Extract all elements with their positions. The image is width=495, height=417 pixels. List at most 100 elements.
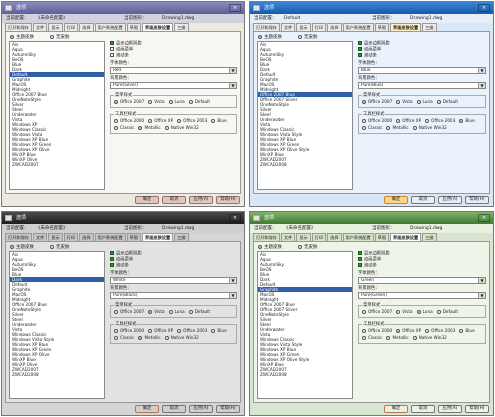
checkbox-indicator[interactable] <box>358 263 362 267</box>
checkbox-indicator[interactable] <box>110 257 114 261</box>
help-button[interactable]: 帮助(H) <box>216 196 240 204</box>
skin-list[interactable]: Ais Aqua AutumnSky BeOS Blue Dark Default Graph… <box>9 41 105 190</box>
toolbar-style-option[interactable]: Office 2003 <box>177 328 207 334</box>
menu-style-option[interactable]: Default <box>188 309 210 315</box>
background-color-select[interactable]: Pure(Blue) ▼ <box>358 82 486 89</box>
help-button[interactable]: 帮助(H) <box>465 405 489 413</box>
tab-8[interactable]: 三维 <box>174 23 189 31</box>
font-color-select[interactable]: Red ▼ <box>110 67 237 74</box>
toolbar-style-option[interactable]: Native Win32 <box>412 335 447 341</box>
radio-no-skin[interactable]: 无皮肤 <box>298 34 318 40</box>
tab-6[interactable]: 草图 <box>126 233 142 241</box>
background-color-select[interactable]: Pure(Black) ▼ <box>110 292 237 299</box>
menu-style-option[interactable]: Office 2007 <box>114 309 144 315</box>
toolbar-style-option[interactable]: Office 2000 <box>114 118 144 124</box>
menu-style-option[interactable]: Office 2007 <box>362 309 392 315</box>
skin-list-item[interactable]: ZWCAD2008 <box>10 372 104 377</box>
checkbox-indicator[interactable] <box>110 47 114 51</box>
tab-0[interactable]: 打开和保存 <box>253 23 280 31</box>
apply-button[interactable]: 应用(A) <box>189 405 213 413</box>
checkbox-indicator[interactable] <box>358 41 362 45</box>
tab-0[interactable]: 打开和保存 <box>5 23 32 31</box>
tab-7[interactable]: 界面皮肤设置 <box>142 23 174 31</box>
tab-5[interactable]: 用户系统配置 <box>342 23 374 31</box>
tab-0[interactable]: 打开和保存 <box>253 233 280 241</box>
radio-no-skin[interactable]: 无皮肤 <box>50 34 70 40</box>
cancel-button[interactable]: 取消 <box>162 196 186 204</box>
toolbar-style-option[interactable]: Office 2000 <box>114 328 144 334</box>
checkbox-indicator[interactable] <box>358 53 362 57</box>
help-button[interactable]: 帮助(H) <box>216 405 240 413</box>
tab-1[interactable]: 文件 <box>32 233 48 241</box>
tab-6[interactable]: 草图 <box>126 23 142 31</box>
checkbox-indicator[interactable] <box>110 263 114 267</box>
toolbar-style-option[interactable]: Metallic <box>386 335 409 341</box>
toolbar-style-option[interactable]: Native Win32 <box>164 335 199 341</box>
checkbox-indicator[interactable] <box>358 257 362 261</box>
toolbar-style-option[interactable]: Office XP <box>148 328 173 334</box>
background-color-select[interactable]: Pure(Green) ▼ <box>358 292 486 299</box>
checkbox-indicator[interactable] <box>110 53 114 57</box>
ok-button[interactable]: 确定 <box>384 405 408 413</box>
checkbox-row[interactable]: 滚动条 <box>358 263 486 269</box>
toolbar-style-option[interactable]: Classic <box>114 335 134 341</box>
toolbar-style-option[interactable]: Native Win32 <box>164 125 199 131</box>
ok-button[interactable]: 确定 <box>135 405 159 413</box>
toolbar-style-option[interactable]: Office 2003 <box>177 118 207 124</box>
font-color-select[interactable]: White ▼ <box>110 277 237 284</box>
title-bar[interactable]: 选项 × <box>250 212 493 224</box>
tab-3[interactable]: 打印 <box>63 23 79 31</box>
menu-style-option[interactable]: Vista <box>396 99 413 105</box>
help-button[interactable]: 帮助(H) <box>465 196 489 204</box>
cancel-button[interactable]: 取消 <box>411 405 435 413</box>
tab-4[interactable]: 选择 <box>327 23 342 31</box>
menu-style-option[interactable]: Default <box>436 309 458 315</box>
close-button[interactable]: × <box>229 4 241 12</box>
tab-4[interactable]: 选择 <box>79 23 94 31</box>
menu-style-option[interactable]: Luna <box>168 99 185 105</box>
cancel-button[interactable]: 取消 <box>162 405 186 413</box>
toolbar-style-option[interactable]: Blue <box>211 328 227 334</box>
toolbar-style-option[interactable]: Classic <box>362 335 382 341</box>
toolbar-style-option[interactable]: Office 2000 <box>362 118 392 124</box>
skin-list[interactable]: Ais Aqua AutumnSky BeOS Blue Dark Default Graph… <box>257 41 353 190</box>
tab-7[interactable]: 界面皮肤设置 <box>142 233 174 241</box>
menu-style-option[interactable]: Default <box>188 99 210 105</box>
menu-style-option[interactable]: Luna <box>416 99 433 105</box>
font-color-select[interactable]: Green ▼ <box>358 277 486 284</box>
background-color-select[interactable]: Pure(Silver) ▼ <box>110 82 237 89</box>
close-button[interactable]: × <box>478 4 490 12</box>
ok-button[interactable]: 确定 <box>135 196 159 204</box>
skin-list-item[interactable]: ZWCAD2008 <box>258 372 352 377</box>
toolbar-style-option[interactable]: Native Win32 <box>412 125 447 131</box>
menu-style-option[interactable]: Vista <box>396 309 413 315</box>
tab-1[interactable]: 文件 <box>280 233 296 241</box>
checkbox-indicator[interactable] <box>110 41 114 45</box>
menu-style-option[interactable]: Default <box>436 99 458 105</box>
toolbar-style-option[interactable]: Blue <box>459 118 475 124</box>
tab-0[interactable]: 打开和保存 <box>5 233 32 241</box>
checkbox-row[interactable]: 滚动条 <box>110 53 237 59</box>
title-bar[interactable]: 选项 × <box>2 212 244 224</box>
title-bar[interactable]: 选项 × <box>250 2 493 14</box>
checkbox-row[interactable]: 滚动条 <box>110 263 237 269</box>
close-button[interactable]: × <box>478 214 490 222</box>
toolbar-style-option[interactable]: Office XP <box>396 118 421 124</box>
tab-3[interactable]: 打印 <box>311 23 327 31</box>
apply-button[interactable]: 应用(A) <box>189 196 213 204</box>
tab-1[interactable]: 文件 <box>32 23 48 31</box>
toolbar-style-option[interactable]: Metallic <box>386 125 409 131</box>
radio-no-skin[interactable]: 无皮肤 <box>298 244 318 250</box>
toolbar-style-option[interactable]: Office 2000 <box>362 328 392 334</box>
toolbar-style-option[interactable]: Office XP <box>396 328 421 334</box>
tab-5[interactable]: 用户系统配置 <box>94 23 126 31</box>
toolbar-style-option[interactable]: Blue <box>459 328 475 334</box>
tab-7[interactable]: 界面皮肤设置 <box>390 233 422 241</box>
tab-8[interactable]: 三维 <box>422 23 437 31</box>
checkbox-indicator[interactable] <box>358 251 362 255</box>
font-color-select[interactable]: Blue ▼ <box>358 67 486 74</box>
apply-button[interactable]: 应用(A) <box>438 196 462 204</box>
menu-style-option[interactable]: Luna <box>168 309 185 315</box>
ok-button[interactable]: 确定 <box>384 196 408 204</box>
tab-6[interactable]: 草图 <box>374 233 390 241</box>
